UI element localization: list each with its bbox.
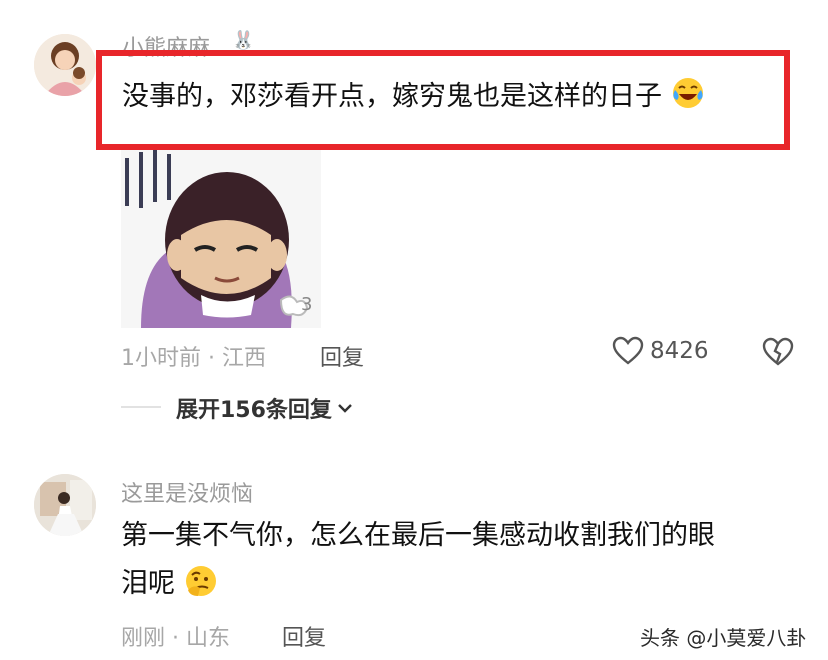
comment-text-line: 泪呢 <box>121 564 218 604</box>
meta-separator: · <box>208 346 215 371</box>
avatar[interactable] <box>34 34 96 96</box>
comment-meta: 刚刚 · 山东 <box>121 620 230 652</box>
comment-username[interactable]: 这里是没烦恼 <box>121 476 253 508</box>
chevron-down-icon <box>338 404 352 413</box>
svg-text:3: 3 <box>301 294 312 315</box>
like-button[interactable]: 8426 <box>612 336 709 366</box>
rabbit-badge-icon: 🐰 <box>232 30 255 51</box>
avatar-image <box>34 34 96 96</box>
avatar[interactable] <box>34 474 96 536</box>
meta-separator: · <box>172 626 180 651</box>
heart-icon <box>612 336 644 365</box>
watermark: 头条 @小莫爱八卦 <box>640 626 807 650</box>
expand-replies-button[interactable]: 展开156条回复 <box>176 392 354 424</box>
comment-meta: 1小时前 · 江西 <box>121 340 266 372</box>
comment-time: 刚刚 <box>121 626 166 651</box>
expand-divider <box>121 406 161 408</box>
comment-location: 山东 <box>186 626 231 651</box>
comment-sticker-image[interactable]: 3 <box>121 150 321 328</box>
avatar-image <box>34 474 96 536</box>
comment-text-line: 第一集不气你，怎么在最后一集感动收割我们的眼 <box>121 520 715 551</box>
comment-text-content: 没事的，邓莎看开点，嫁穷鬼也是这样的日子 <box>122 81 662 112</box>
comment-text: 没事的，邓莎看开点，嫁穷鬼也是这样的日子 <box>122 76 705 117</box>
sticker-illustration: 3 <box>121 150 321 328</box>
thinking-emoji-icon <box>184 564 218 598</box>
dislike-button[interactable] <box>762 337 794 371</box>
expand-replies-label: 展开156条回复 <box>176 398 332 423</box>
laughing-crying-emoji-icon <box>671 76 705 110</box>
reply-button[interactable]: 回复 <box>320 340 364 372</box>
broken-heart-icon <box>762 337 794 366</box>
comment-location: 江西 <box>222 346 267 371</box>
comment-time: 1小时前 <box>121 346 201 371</box>
reply-button[interactable]: 回复 <box>282 620 326 652</box>
like-count: 8426 <box>650 338 709 364</box>
comment-text-content: 泪呢 <box>121 568 175 599</box>
